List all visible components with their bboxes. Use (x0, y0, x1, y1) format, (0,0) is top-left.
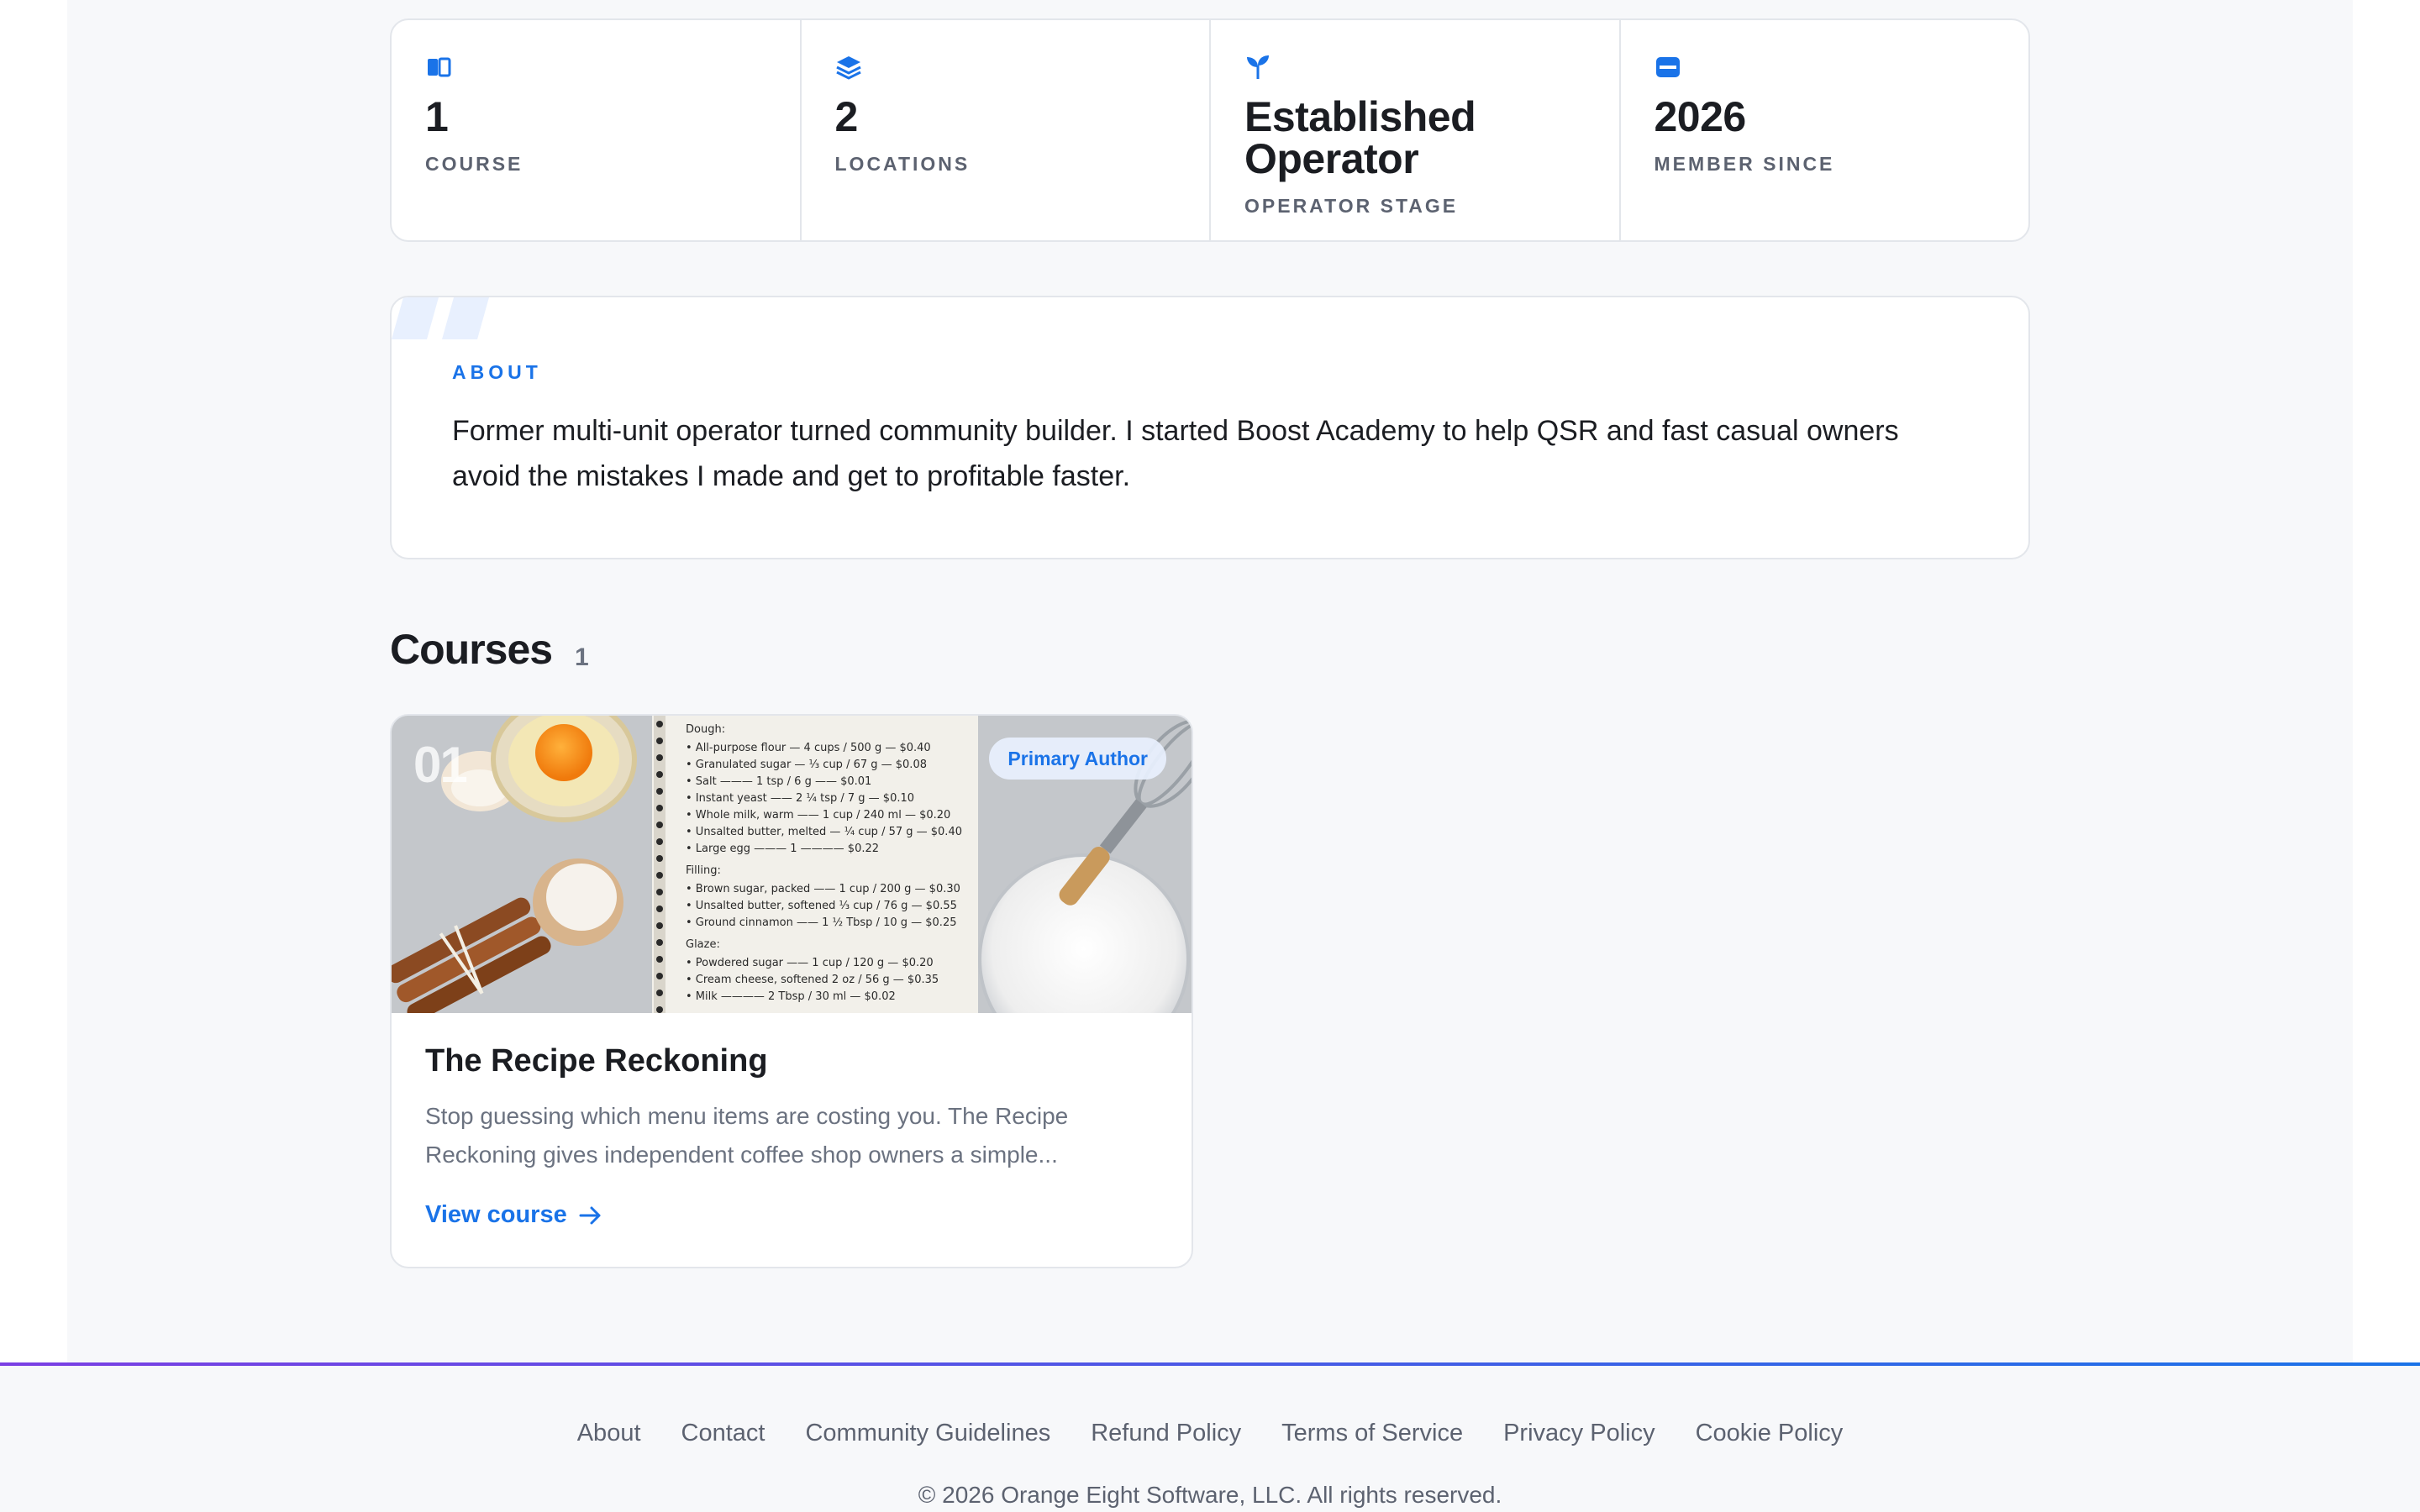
stat-courses: 1 COURSE (392, 20, 800, 240)
profile-stats-card: 1 COURSE 2 LOCATIONS Established Operato… (390, 18, 2030, 242)
notebook-line: • Instant yeast —— 2 ¼ tsp / 7 g — $0.10 (686, 792, 914, 805)
notebook-line: • Unsalted butter, softened ⅓ cup / 76 g… (686, 900, 957, 912)
course-thumbnail: Dough: • All-purpose flour — 4 cups / 50… (392, 716, 1192, 1013)
notebook-line: • All-purpose flour — 4 cups / 500 g — $… (686, 742, 931, 754)
notebook-line: • Milk ———— 2 Tbsp / 30 ml — $0.02 (686, 990, 896, 1003)
notebook-line: • Whole milk, warm —— 1 cup / 240 ml — $… (686, 809, 950, 822)
about-card: ABOUT Former multi-unit operator turned … (390, 296, 2030, 559)
stat-label: LOCATIONS (834, 153, 971, 175)
site-footer: About Contact Community Guidelines Refun… (0, 1366, 2420, 1512)
about-bio: Former multi-unit operator turned commun… (452, 415, 1899, 492)
footer-link-community-guidelines[interactable]: Community Guidelines (805, 1420, 1050, 1447)
stat-label: MEMBER SINCE (1654, 153, 1835, 175)
copyright-text: © 2026 Orange Eight Software, LLC. All r… (918, 1482, 1502, 1508)
course-description: Stop guessing which menu items are costi… (425, 1103, 1069, 1168)
footer-link-about[interactable]: About (577, 1420, 641, 1447)
course-number: 01 (413, 737, 468, 793)
stat-member-since: 2026 MEMBER SINCE (1618, 20, 2029, 240)
book-icon (428, 57, 451, 77)
footer-link-cookie-policy[interactable]: Cookie Policy (1696, 1420, 1844, 1447)
stat-value: 2 (834, 93, 859, 140)
notebook-line: • Salt ——— 1 tsp / 6 g —— $0.01 (686, 775, 871, 788)
notebook-line: • Cream cheese, softened 2 oz / 56 g — $… (686, 974, 939, 986)
notebook-line: • Granulated sugar — ⅓ cup / 67 g — $0.0… (686, 759, 927, 771)
sprout-icon (1247, 55, 1269, 79)
view-course-label: View course (425, 1201, 567, 1228)
notebook-line: Filling: (686, 864, 721, 877)
stat-operator-stage: Established Operator OPERATOR STAGE (1209, 20, 1619, 240)
about-heading: ABOUT (452, 361, 542, 383)
footer-link-terms-of-service[interactable]: Terms of Service (1281, 1420, 1463, 1447)
stat-value: 1 (425, 93, 449, 140)
stat-label: OPERATOR STAGE (1244, 195, 1459, 217)
courses-count: 1 (575, 643, 589, 671)
notebook-line: • Brown sugar, packed —— 1 cup / 200 g —… (686, 883, 960, 895)
notebook-line: • Unsalted butter, melted — ¼ cup / 57 g… (686, 826, 962, 838)
notebook-line: • Powdered sugar —— 1 cup / 120 g — $0.2… (686, 957, 934, 969)
courses-heading: Courses (390, 626, 553, 673)
stat-locations: 2 LOCATIONS (799, 20, 1210, 240)
layers-icon (835, 56, 861, 80)
footer-nav: About Contact Community Guidelines Refun… (0, 1420, 2420, 1447)
stat-value: 2026 (1654, 93, 1747, 140)
footer-link-refund-policy[interactable]: Refund Policy (1091, 1420, 1241, 1447)
notebook-line: Dough: (686, 723, 725, 736)
view-course-link[interactable]: View course (425, 1201, 602, 1229)
footer-link-contact[interactable]: Contact (681, 1420, 765, 1447)
quote-mark-icon (392, 297, 489, 339)
notebook-line: • Large egg ——— 1 ———— $0.22 (686, 843, 879, 855)
primary-author-badge: Primary Author (989, 738, 1166, 780)
store-icon (1655, 57, 1680, 77)
course-title[interactable]: The Recipe Reckoning (425, 1043, 768, 1079)
course-card[interactable]: Dough: • All-purpose flour — 4 cups / 50… (390, 714, 1193, 1268)
notebook-line: Glaze: (686, 938, 720, 951)
stat-value: Established Operator (1244, 93, 1476, 182)
arrow-right-icon (579, 1206, 601, 1224)
stat-label: COURSE (425, 153, 523, 175)
notebook-line: • Ground cinnamon —— 1 ½ Tbsp / 10 g — $… (686, 916, 956, 929)
footer-link-privacy-policy[interactable]: Privacy Policy (1503, 1420, 1655, 1447)
